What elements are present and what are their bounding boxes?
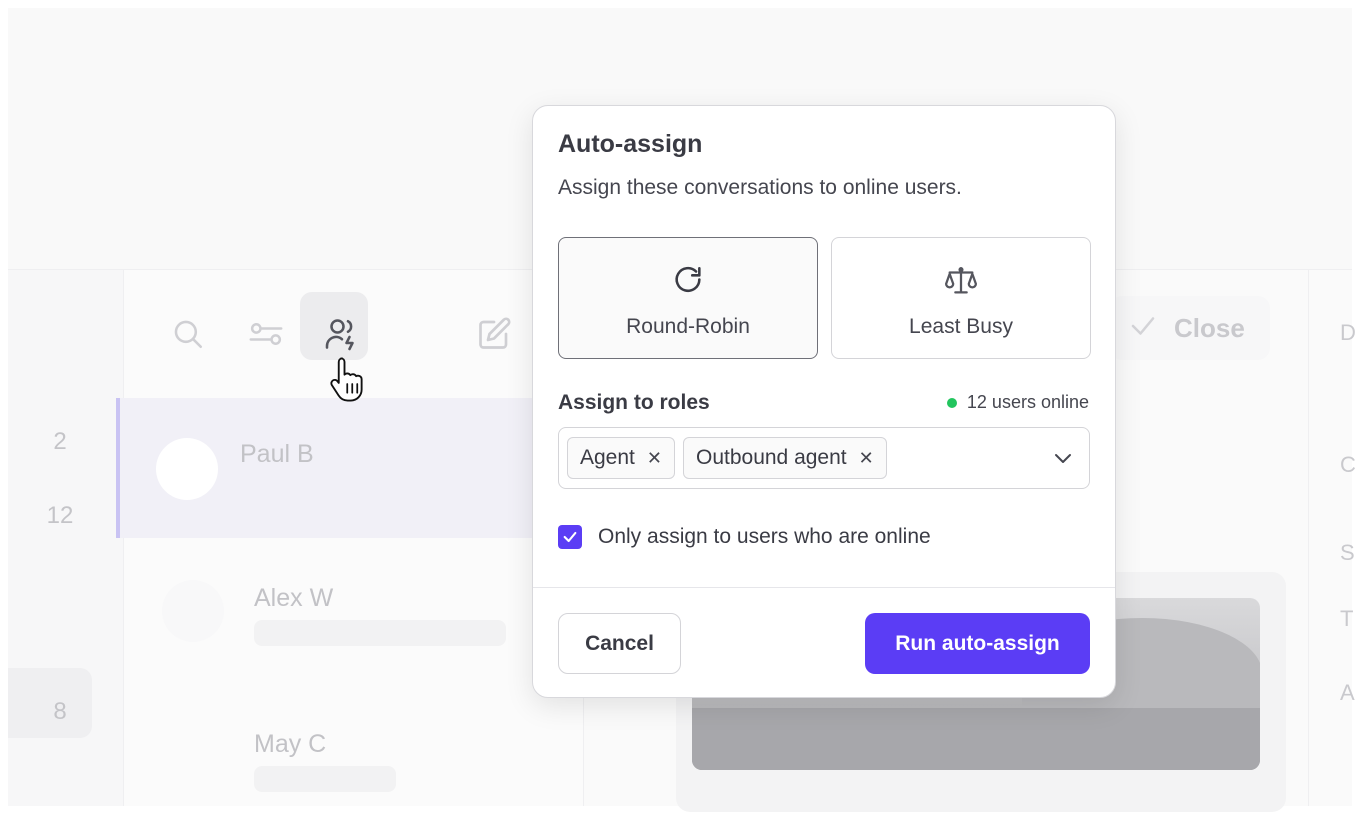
popover-subtitle: Assign these conversations to online use… [558, 176, 962, 199]
details-panel [1308, 270, 1352, 806]
only-online-label[interactable]: Only assign to users who are online [598, 525, 931, 549]
compose-icon[interactable] [474, 314, 514, 354]
details-label: D [1340, 320, 1356, 345]
check-icon [1128, 311, 1158, 346]
avatar [156, 438, 218, 500]
popover-title: Auto-assign [558, 130, 703, 158]
only-online-checkbox[interactable] [558, 525, 582, 549]
conversation-item[interactable]: Alex W [116, 538, 576, 678]
filter-icon[interactable] [246, 314, 286, 354]
details-label: C [1340, 452, 1356, 477]
details-label: T [1340, 606, 1354, 631]
chip-label: Agent [580, 446, 635, 469]
strategy-round-robin[interactable]: Round-Robin [558, 237, 818, 359]
pointer-cursor-icon [326, 354, 376, 409]
online-count: 12 users online [966, 392, 1089, 412]
online-dot-icon [946, 397, 957, 408]
strategy-label: Round-Robin [626, 315, 750, 338]
folder-count[interactable]: 8 [8, 698, 112, 726]
message-preview [254, 766, 396, 792]
folder-count[interactable]: 12 [8, 502, 112, 530]
search-icon[interactable] [168, 314, 208, 354]
footer-divider [533, 587, 1115, 588]
roles-select[interactable]: Agent ✕ Outbound agent ✕ [558, 427, 1090, 489]
details-label: A [1340, 680, 1355, 705]
rotate-cw-icon [671, 264, 705, 303]
conversation-name: Alex W [254, 584, 334, 612]
avatar [162, 580, 224, 642]
chip-label: Outbound agent [695, 446, 847, 469]
only-online-option[interactable]: Only assign to users who are online [558, 525, 931, 549]
strategy-label: Least Busy [909, 315, 1013, 338]
folder-count[interactable]: 2 [8, 428, 112, 456]
auto-assign-icon [322, 314, 362, 354]
roles-label: Assign to roles [558, 391, 710, 414]
remove-chip-icon[interactable]: ✕ [859, 448, 874, 469]
chevron-down-icon[interactable] [1051, 446, 1075, 475]
strategy-least-busy[interactable]: Least Busy [831, 237, 1091, 359]
role-chip-outbound-agent: Outbound agent ✕ [682, 437, 887, 479]
close-conversation-button[interactable]: Close [1110, 296, 1270, 360]
conversation-item[interactable]: Paul B [116, 398, 576, 538]
cancel-button[interactable]: Cancel [558, 613, 681, 674]
details-label: S [1340, 540, 1355, 565]
auto-assign-popover: Auto-assign Assign these conversations t… [532, 105, 1116, 698]
conversation-name: May C [254, 730, 327, 758]
close-label: Close [1174, 312, 1245, 343]
message-preview [254, 620, 506, 646]
run-auto-assign-button[interactable]: Run auto-assign [865, 613, 1090, 674]
role-chip-agent: Agent ✕ [567, 437, 675, 479]
conversation-name: Paul B [240, 440, 314, 468]
scale-icon [944, 264, 978, 303]
online-status: 12 users online [946, 392, 1089, 413]
remove-chip-icon[interactable]: ✕ [647, 448, 662, 469]
conversation-item[interactable]: May C [116, 684, 576, 816]
